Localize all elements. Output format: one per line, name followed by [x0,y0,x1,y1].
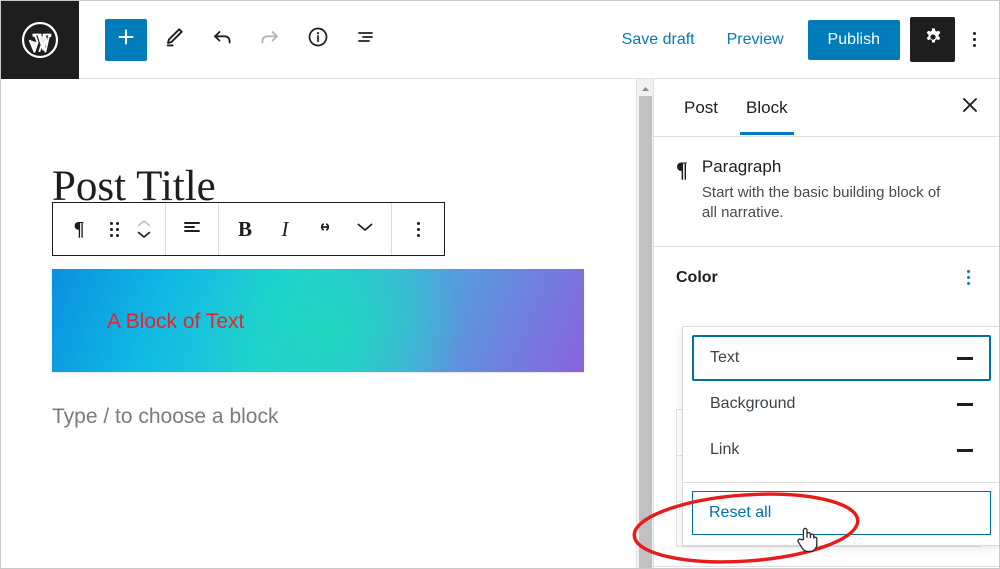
color-section-options-button[interactable] [957,267,979,289]
dropdown-item-label: Text [710,349,740,366]
dropdown-item-background[interactable]: Background [692,381,991,427]
redo-arrow-icon [258,25,282,54]
color-options-dropdown: Text Background Link Reset all [682,326,999,546]
details-button[interactable] [297,19,339,61]
settings-button[interactable] [910,17,955,62]
scrollbar-thumb[interactable] [639,96,652,568]
move-updown-buttons[interactable] [129,203,159,255]
add-block-button[interactable] [105,18,147,61]
block-type-paragraph-button[interactable]: ¶ [59,203,99,255]
italic-button[interactable]: I [265,203,305,255]
chevron-up-down-icon [136,219,152,239]
editor-top-bar: Save draft Preview Publish [1,1,999,79]
editor-scrollbar[interactable] [636,79,654,568]
editor-canvas[interactable]: Post Title ¶ B I A Block of Text Type / … [1,79,636,568]
tab-block[interactable]: Block [732,80,802,135]
undo-arrow-icon [210,25,234,54]
more-formatting-button[interactable] [345,203,385,255]
triangle-up-icon [641,79,650,97]
bold-button[interactable]: B [225,203,265,255]
top-bar-right-tools: Save draft Preview Publish [606,17,999,62]
italic-icon: I [281,216,289,241]
block-toolbar-group-block: ¶ [53,203,166,255]
sidebar-divider [654,566,999,567]
sidebar-tabs: Post Block [654,79,999,137]
wordpress-logo-button[interactable] [1,1,79,79]
dash-icon [957,356,973,360]
dropdown-item-text[interactable]: Text [692,335,991,381]
preview-button[interactable]: Preview [711,21,800,59]
dropdown-item-label: Link [710,441,740,458]
color-section-header: Color [654,247,999,299]
kebab-menu-icon [966,270,970,285]
kebab-menu-icon [972,32,976,47]
block-info-title: Paragraph [701,157,782,176]
paragraph-icon: ¶ [73,217,85,240]
chevron-down-icon [355,220,375,238]
top-bar-left-tools [79,18,387,61]
block-toolbar-group-format: B I [219,203,392,255]
edit-tool-button[interactable] [153,19,195,61]
align-text-button[interactable] [172,203,212,255]
publish-button[interactable]: Publish [807,19,900,60]
drag-handle[interactable] [99,203,129,255]
close-x-icon [959,94,981,121]
close-sidebar-button[interactable] [949,87,991,129]
dash-icon [957,448,973,452]
block-info-description: Start with the basic building block of a… [701,184,941,222]
bold-icon: B [237,216,252,241]
empty-block-placeholder[interactable]: Type / to choose a block [52,405,278,429]
dash-icon [957,402,973,406]
block-toolbar-group-align [166,203,219,255]
block-toolbar-group-options [392,203,444,255]
pencil-icon [162,25,186,54]
save-draft-button[interactable]: Save draft [606,21,711,59]
wordpress-logo-icon [18,18,62,62]
block-toolbar: ¶ B I [52,202,445,256]
gradient-block-text[interactable]: A Block of Text [107,310,244,334]
paragraph-icon: ¶ [676,157,688,182]
undo-button[interactable] [201,19,243,61]
wordpress-block-editor: Save draft Preview Publish Post Title ¶ … [0,0,1000,569]
list-view-icon [354,25,378,54]
dropdown-item-label: Background [710,395,796,412]
block-options-button[interactable] [398,203,438,255]
link-icon [313,215,337,244]
info-circle-icon [306,25,330,54]
block-info-card: ¶ Paragraph Start with the basic buildin… [654,137,999,247]
dropdown-item-link[interactable]: Link [692,427,991,473]
drag-dots-icon [109,221,119,237]
reset-all-button[interactable]: Reset all [692,491,991,535]
plus-icon [115,26,137,53]
scrollbar-up-button[interactable] [637,79,654,96]
gradient-paragraph-block[interactable]: A Block of Text [52,269,584,372]
gear-icon [922,26,944,53]
link-button[interactable] [305,203,345,255]
align-left-icon [180,215,204,244]
kebab-menu-icon [416,221,420,237]
list-view-button[interactable] [345,19,387,61]
color-section-title: Color [676,268,718,286]
more-options-button[interactable] [955,17,993,62]
dropdown-separator [683,482,999,483]
redo-button[interactable] [249,19,291,61]
tab-post[interactable]: Post [670,80,732,135]
